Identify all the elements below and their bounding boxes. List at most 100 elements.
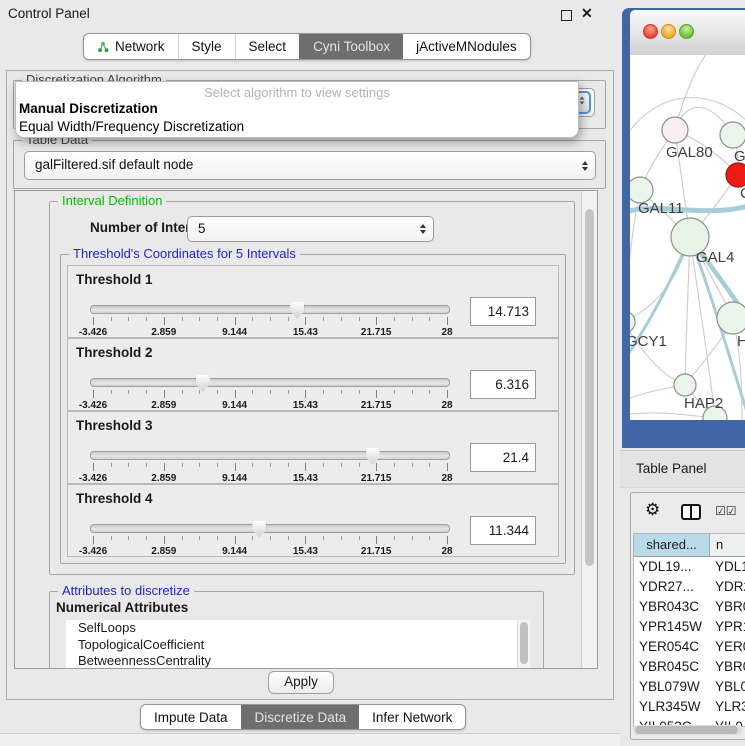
slider-track[interactable] [90, 305, 450, 314]
close-traffic-light-icon[interactable] [643, 24, 658, 39]
table-header-row: shared...n [634, 534, 745, 557]
tick-mark [270, 463, 271, 467]
tab-jactivemnodules[interactable]: jActiveMNodules [403, 34, 530, 59]
tab-discretize-data[interactable]: Discretize Data [241, 705, 360, 729]
network-node[interactable] [662, 117, 688, 143]
tick-label: 2.859 [151, 546, 176, 557]
tick-mark [447, 536, 448, 544]
table-row[interactable]: YBR045CYBR0 [634, 657, 745, 677]
list-item-topologicalcoefficient[interactable]: TopologicalCoefficient [66, 637, 530, 654]
tab-select[interactable]: Select [235, 34, 300, 59]
minimize-traffic-light-icon[interactable] [661, 24, 676, 39]
threshold-value-field[interactable]: 21.4 [470, 443, 536, 472]
slider-track[interactable] [90, 451, 450, 460]
tick-mark [305, 317, 306, 325]
threshold-slider[interactable]: -3.4262.8599.14415.4321.71528 [90, 375, 450, 409]
cell-name: YBR0 [710, 597, 745, 617]
tick-mark [412, 536, 413, 540]
threshold-slider[interactable]: -3.4262.8599.14415.4321.71528 [90, 521, 450, 555]
tick-mark [447, 390, 448, 398]
table-rows: YDL19...YDL1YDR27...YDR2YBR043CYBR0YPR14… [634, 557, 745, 727]
list-item-betweennesscentrality[interactable]: BetweennessCentrality [66, 653, 530, 669]
table-row[interactable]: YBR043CYBR0 [634, 597, 745, 617]
tick-mark [111, 390, 112, 394]
table-row[interactable]: YLR345WYLR3 [634, 697, 745, 717]
threshold-panel-4: Threshold 4-3.4262.8599.14415.4321.71528… [67, 484, 559, 557]
list-scrollbar-thumb[interactable] [520, 622, 528, 664]
network-node[interactable] [674, 374, 696, 396]
cell-name: YPR1 [710, 617, 745, 637]
tab-cyni-toolbox[interactable]: Cyni Toolbox [299, 34, 403, 59]
node-label-h: H [737, 333, 745, 350]
float-window-icon[interactable] [561, 10, 572, 21]
node-label-gal80: GAL80 [666, 144, 713, 161]
tick-mark [199, 317, 200, 321]
numerical-attributes-label: Numerical Attributes [56, 600, 188, 615]
threshold-value-field[interactable]: 11.344 [470, 516, 536, 545]
tick-mark [359, 390, 360, 394]
checkboxes-icon[interactable]: ☑☑ [715, 504, 737, 518]
tick-mark [447, 317, 448, 325]
slider-ticks [93, 390, 447, 399]
split-columns-icon[interactable] [681, 504, 701, 520]
tick-mark [252, 317, 253, 321]
column-header-shared[interactable]: shared... [634, 534, 710, 557]
table-row[interactable]: YBL079WYBL0 [634, 677, 745, 697]
numerical-attributes-list[interactable]: SelfLoopsTopologicalCoefficientBetweenne… [66, 620, 530, 669]
network-node[interactable] [717, 302, 745, 334]
panel-title: Control Panel [8, 6, 90, 21]
vertical-scrollbar-thumb[interactable] [585, 209, 594, 566]
horizontal-scrollbar-thumb[interactable] [635, 726, 738, 734]
network-node[interactable] [630, 311, 635, 333]
slider-track[interactable] [90, 378, 450, 387]
table-data-select[interactable]: galFiltered.sif default node [24, 151, 596, 180]
close-icon[interactable]: ✕ [581, 5, 593, 22]
slider-tick-labels: -3.4262.8599.14415.4321.71528 [93, 327, 447, 338]
tab-style[interactable]: Style [178, 34, 235, 59]
thresholds-group-label: Threshold's Coordinates for 5 Intervals [69, 246, 300, 261]
network-window-titlebar[interactable] [630, 10, 745, 56]
tick-label: 15.43 [293, 473, 318, 484]
column-header-n[interactable]: n [710, 534, 745, 557]
vertical-scrollbar[interactable] [581, 191, 597, 668]
apply-button[interactable]: Apply [268, 671, 334, 694]
node-table: shared...n YDL19...YDL1YDR27...YDR2YBR04… [633, 533, 745, 727]
network-icon [97, 41, 109, 53]
algorithm-option-manual-discretization[interactable]: Manual Discretization [16, 100, 578, 118]
tab-label: Cyni Toolbox [313, 39, 390, 54]
tab-network[interactable]: Network [84, 34, 178, 59]
zoom-traffic-light-icon[interactable] [679, 24, 694, 39]
gear-icon[interactable]: ⚙ [645, 501, 660, 518]
tab-label: jActiveMNodules [416, 39, 517, 54]
horizontal-scrollbar[interactable] [633, 725, 742, 735]
threshold-slider[interactable]: -3.4262.8599.14415.4321.71528 [90, 302, 450, 336]
attributes-group: Attributes to discretize Numerical Attri… [49, 591, 544, 669]
tick-mark [447, 463, 448, 471]
algorithm-option-equal-width-frequency-discretization[interactable]: Equal Width/Frequency Discretization [16, 118, 578, 136]
table-row[interactable]: YER054CYER0 [634, 637, 745, 657]
slider-track[interactable] [90, 524, 450, 533]
list-scrollbar[interactable] [517, 620, 530, 669]
threshold-slider[interactable]: -3.4262.8599.14415.4321.71528 [90, 448, 450, 482]
network-node[interactable] [720, 122, 745, 148]
table-row[interactable]: YPR145WYPR1 [634, 617, 745, 637]
threshold-value-field[interactable]: 6.316 [470, 370, 536, 399]
table-row[interactable]: YDL19...YDL1 [634, 557, 745, 577]
tick-mark [394, 463, 395, 467]
number-of-intervals-select[interactable]: 5 [187, 216, 434, 242]
network-node[interactable] [726, 163, 745, 187]
tick-mark [146, 463, 147, 467]
tick-label: 28 [441, 473, 452, 484]
threshold-value-field[interactable]: 14.713 [470, 297, 536, 326]
tab-infer-network[interactable]: Infer Network [359, 705, 465, 729]
tick-mark [235, 536, 236, 544]
network-view-canvas[interactable]: GAL80GACGAL11GAL4GCY1HHAP2 [630, 55, 745, 420]
table-row[interactable]: YDR27...YDR2 [634, 577, 745, 597]
tick-mark [128, 390, 129, 394]
tick-label: 21.715 [361, 400, 392, 411]
tick-mark [146, 317, 147, 321]
tab-impute-data[interactable]: Impute Data [141, 705, 241, 729]
tick-mark [412, 463, 413, 467]
threshold-panel-2: Threshold 2-3.4262.8599.14415.4321.71528… [67, 338, 559, 411]
list-item-selfloops[interactable]: SelfLoops [66, 620, 530, 637]
